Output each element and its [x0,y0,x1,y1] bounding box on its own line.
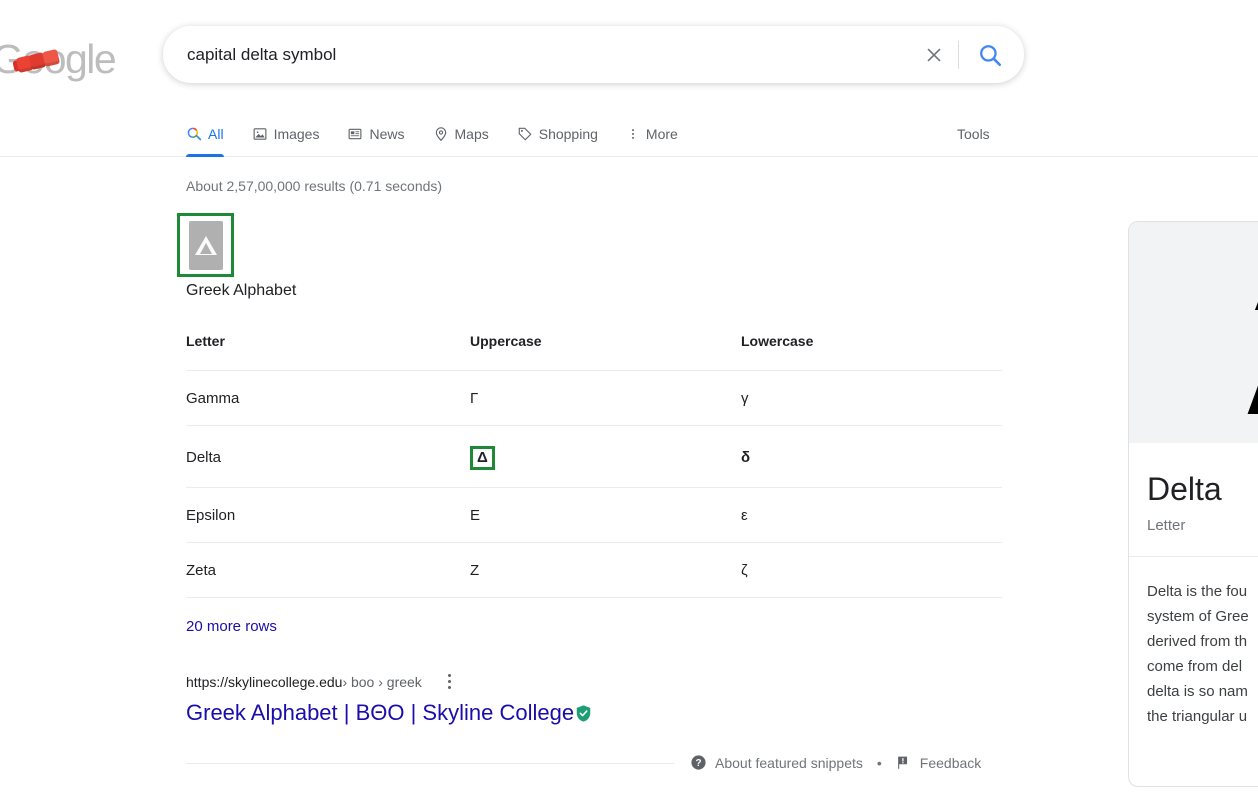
more-rows-link[interactable]: 20 more rows [186,618,277,635]
footer-divider [186,763,674,764]
help-circle-icon: ? [690,754,707,771]
result-path: › boo › greek [342,673,422,690]
tab-images-label: Images [273,126,320,142]
result-title-text: Greek Alphabet | ΒΘΟ | Skyline College [186,700,575,725]
result-title-link[interactable]: Greek Alphabet | ΒΘΟ | Skyline College [186,700,592,726]
search-icon [980,44,1002,66]
cell-uppercase: Ε [470,487,741,543]
knowledge-panel-image[interactable]: Δδ Δδ [1129,222,1258,443]
kp-desc-line: come from del [1147,658,1243,675]
tab-news[interactable]: News [347,112,405,156]
image-icon [252,126,268,142]
result-domain: https://skylinecollege.edu [186,673,343,690]
footer-separator: • [876,754,882,771]
cell-letter: Delta [186,425,470,488]
tab-all[interactable]: All [186,112,224,157]
tab-images[interactable]: Images [252,112,320,156]
kp-glyph-line-regular: Δδ [1254,229,1258,333]
tab-shopping-label: Shopping [538,126,598,142]
about-featured-snippets-label: About featured snippets [715,754,863,771]
cell-letter: Epsilon [186,487,470,543]
tab-more[interactable]: More [626,112,678,156]
tag-icon [517,126,533,142]
feedback-label: Feedback [919,754,982,771]
snippet-title: Greek Alphabet [186,282,297,299]
uppercase-delta-highlight[interactable]: Δ [470,446,495,470]
tools-label: Tools [957,126,990,142]
clear-search-button[interactable] [912,33,956,77]
knowledge-panel-description: Delta is the fou system of Gree derived … [1129,557,1258,729]
kebab-icon [626,126,640,142]
cell-lowercase: ζ [741,542,1002,598]
table-row: Epsilon Ε ε [186,487,1002,543]
column-header-lowercase: Lowercase [741,333,1002,371]
three-dot-menu-icon[interactable] [444,672,455,691]
knowledge-panel-title: Delta [1147,471,1222,507]
kp-glyph-line-bold: Δδ [1247,333,1258,437]
tab-news-label: News [369,126,405,142]
tab-more-label: More [645,126,678,142]
tab-shopping[interactable]: Shopping [517,112,598,156]
tools-button[interactable]: Tools [957,112,990,156]
knowledge-panel-subtitle: Letter [1147,517,1186,534]
search-submit-button[interactable] [965,33,1015,77]
feedback-link[interactable]: Feedback [896,754,981,771]
table-header-row: Letter Uppercase Lowercase [186,333,1002,371]
tab-maps-label: Maps [454,126,489,142]
search-nav-bar: All Images News Maps Shopping More Tools [0,112,1258,157]
cell-letter: Gamma [186,370,470,426]
search-bar[interactable] [163,26,1024,83]
knowledge-panel: Δδ Δδ Delta Letter Delta is the fou syst… [1128,221,1258,787]
kp-desc-line: the triangular u [1147,708,1248,725]
table-row: Gamma Γ γ [186,370,1002,426]
table-row: Zeta Ζ ζ [186,542,1002,598]
tab-all-label: All [208,126,224,142]
snippet-thumbnail-highlight[interactable] [177,213,234,277]
search-icon [186,126,202,142]
column-header-uppercase: Uppercase [470,333,741,371]
search-divider [958,40,959,69]
news-icon [347,126,363,142]
result-stats: About 2,57,00,000 results (0.71 seconds) [186,178,443,194]
cell-uppercase: Δ [470,425,741,488]
kp-desc-line: system of Gree [1147,608,1249,625]
kp-desc-line: Delta is the fou [1147,583,1248,600]
delta-triangle-thumbnail-icon [188,220,223,270]
column-header-letter: Letter [186,333,470,371]
kp-desc-line: derived from th [1147,633,1248,650]
tab-maps[interactable]: Maps [433,112,489,156]
nav-tabs: All Images News Maps Shopping More [186,112,706,157]
cell-lowercase: δ [741,425,1002,488]
table-row: Delta Δ δ [186,425,1002,488]
result-url[interactable]: https://skylinecollege.edu › boo › greek [186,672,455,691]
map-pin-icon [433,126,449,142]
about-featured-snippets-link[interactable]: ? About featured snippets [690,754,863,771]
verified-shield-icon [575,704,592,723]
cell-lowercase: γ [741,370,1002,426]
search-input[interactable] [164,43,912,66]
cell-letter: Zeta [186,542,470,598]
close-icon [927,47,941,62]
cell-uppercase: Γ [470,370,741,426]
snippet-footer-links: ? About featured snippets • Feedback [690,754,981,771]
google-logo[interactable]: Google [0,38,117,80]
svg-text:?: ? [695,758,701,769]
greek-alphabet-table: Letter Uppercase Lowercase Gamma Γ γ Del… [186,333,1002,598]
cell-lowercase: ε [741,487,1002,543]
cell-uppercase: Ζ [470,542,741,598]
kp-desc-line: delta is so nam [1147,683,1248,700]
feedback-flag-icon [896,754,912,771]
